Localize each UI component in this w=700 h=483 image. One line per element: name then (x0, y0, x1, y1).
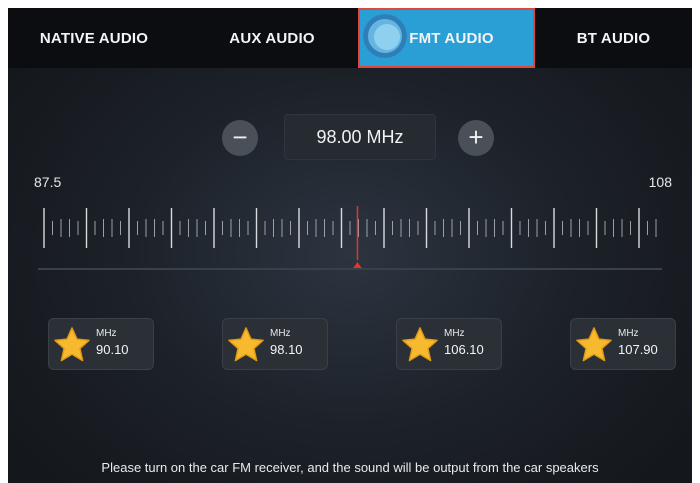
divider (38, 268, 662, 270)
tab-bt-audio[interactable]: BT AUDIO (535, 8, 692, 68)
preset-frequency: 98.10 (270, 342, 303, 357)
preset-frequency: 107.90 (618, 342, 658, 357)
tab-native-audio[interactable]: NATIVE AUDIO (8, 8, 180, 68)
frequency-display: 98.00 MHz (284, 114, 436, 160)
frequency-scale[interactable] (38, 188, 662, 268)
preset-unit: MHz (270, 328, 291, 339)
audio-source-tabbar: NATIVE AUDIO AUX AUDIO FMT AUDIO BT AUDI… (8, 8, 692, 68)
tab-label: NATIVE AUDIO (39, 29, 149, 47)
tab-aux-audio[interactable]: AUX AUDIO (186, 8, 358, 68)
frequency-value: 98.00 MHz (316, 126, 404, 147)
fm-transmitter-screen: NATIVE AUDIO AUX AUDIO FMT AUDIO BT AUDI… (8, 8, 692, 483)
tab-label: FMT AUDIO (409, 29, 494, 47)
preset-unit: MHz (618, 328, 639, 339)
instruction-text: Please turn on the car FM receiver, and … (101, 460, 599, 475)
preset-unit: MHz (96, 328, 117, 339)
preset-button-2[interactable]: MHz 98.10 (222, 318, 328, 370)
star-icon (402, 327, 438, 362)
star-icon (576, 327, 612, 362)
tab-label: BT AUDIO (576, 29, 651, 47)
preset-button-1[interactable]: MHz 90.10 (48, 318, 154, 370)
preset-frequency: 90.10 (96, 342, 129, 357)
touch-indicator-icon (363, 14, 407, 58)
frequency-control: − 98.00 MHz + (8, 108, 692, 168)
tab-label: AUX AUDIO (229, 29, 315, 47)
preset-button-3[interactable]: MHz 106.10 (396, 318, 502, 370)
preset-unit: MHz (444, 328, 465, 339)
preset-button-4[interactable]: MHz 107.90 (570, 318, 676, 370)
plus-icon: + (468, 122, 484, 152)
decrease-frequency-button[interactable]: − (222, 120, 258, 156)
minus-icon: − (232, 122, 248, 152)
increase-frequency-button[interactable]: + (458, 120, 494, 156)
preset-list: MHz 90.10 MHz 98.10 MHz 106.10 MHz 107.9… (8, 318, 692, 378)
star-icon (228, 327, 264, 362)
preset-frequency: 106.10 (444, 342, 484, 357)
star-icon (54, 327, 90, 362)
tab-fmt-audio[interactable]: FMT AUDIO (358, 8, 535, 68)
